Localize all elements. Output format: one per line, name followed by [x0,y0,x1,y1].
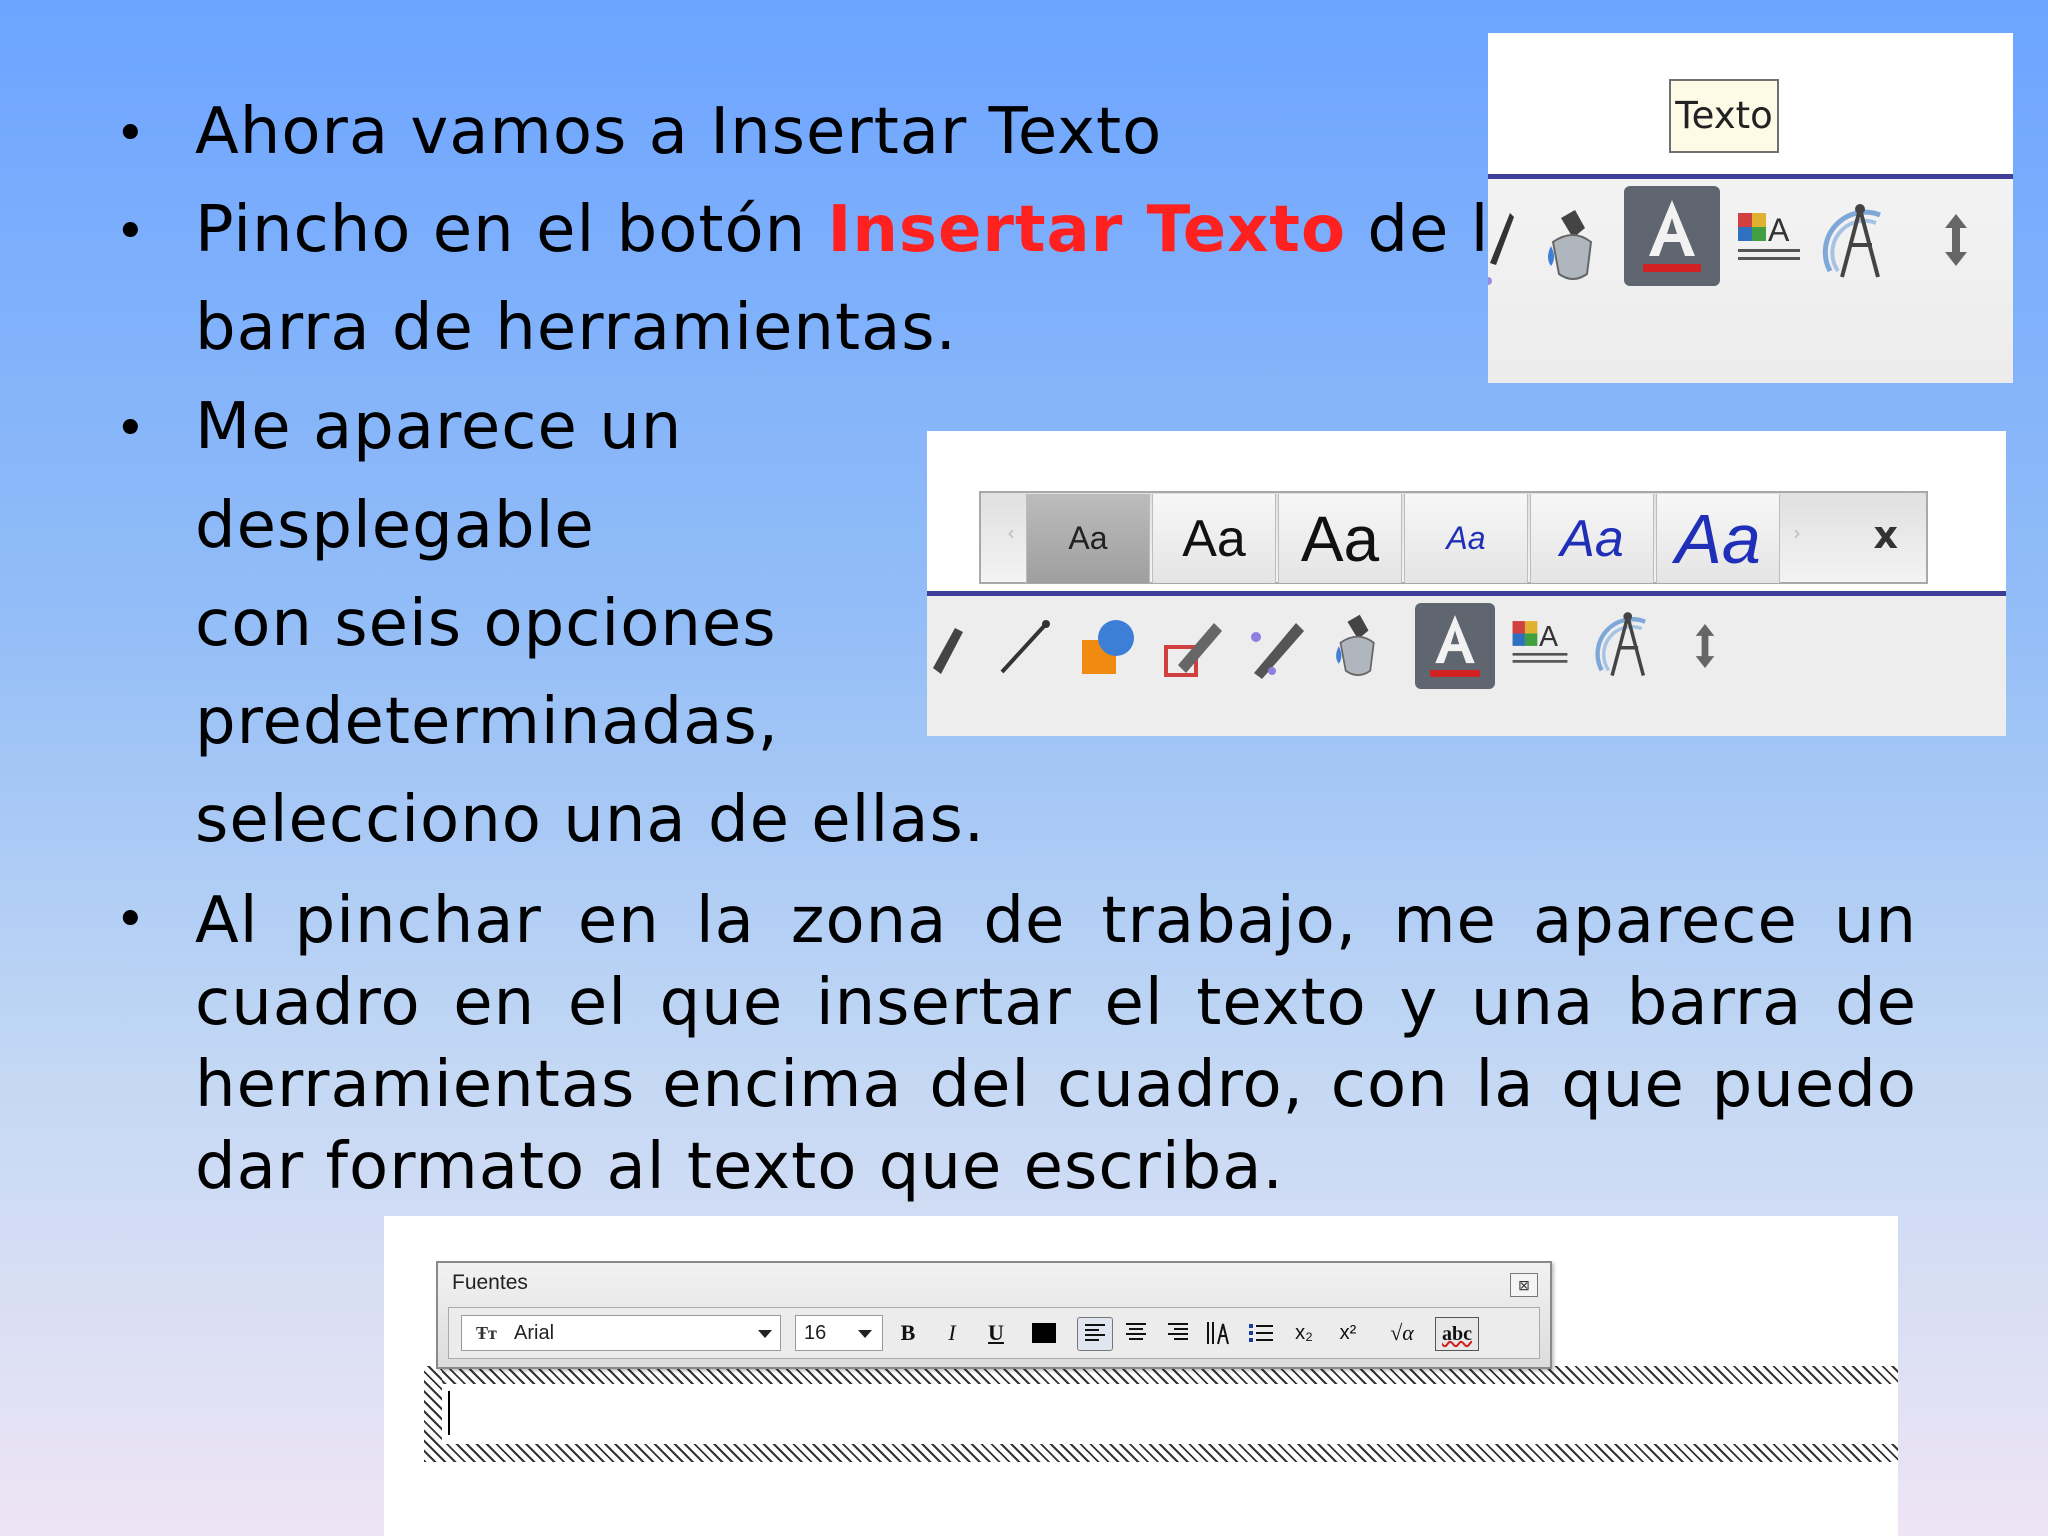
color-swatch-icon [1032,1323,1056,1343]
bullet-1-text: Ahora vamos a Insertar Texto [195,95,1163,169]
bullet-2-before: Pincho en el botón [195,193,828,267]
textbox-border [424,1444,1898,1462]
list-button[interactable] [1245,1317,1277,1349]
bullet-3-line-3: con seis opciones [195,587,777,661]
superscript-button[interactable]: x² [1333,1317,1363,1349]
image-icon[interactable]: A [1730,195,1808,285]
screenshot-fuentes-toolbar: Fuentes ⊠ Ŧт Arial 16 B I U x₂ x² √α abc [384,1216,1898,1536]
move-arrows-icon[interactable] [1936,205,1976,275]
scroll-right-icon[interactable]: › [1793,521,1801,545]
font-icon: Ŧт [476,1323,497,1343]
tooltip-texto: Texto [1669,79,1779,153]
style-option-1[interactable]: Aa [1026,494,1150,583]
equation-button[interactable]: √α [1383,1317,1421,1349]
screenshot-style-dropdown: ‹ Aa Aa Aa Aa Aa Aa › x A [927,431,2006,736]
bullet-list-icon [1249,1324,1273,1342]
style-option-2[interactable]: Aa [1152,494,1276,583]
subscript-button[interactable]: x₂ [1289,1317,1319,1349]
bullet-2-highlight: Insertar Texto [827,193,1346,267]
style-option-6[interactable]: Aa [1656,494,1780,583]
format-tools: Ŧт Arial 16 B I U x₂ x² √α abc [448,1307,1540,1359]
bullet-marker: • [115,399,146,459]
insert-text-icon[interactable] [1624,186,1720,286]
eraser-icon[interactable] [927,603,967,693]
text-input-box[interactable] [442,1384,1898,1444]
magic-pen-icon[interactable] [1239,603,1315,693]
text-caret [448,1391,450,1435]
svg-text:A: A [1539,621,1558,653]
bullet-2-line-1: Pincho en el botón Insertar Texto de la [195,190,1530,270]
textbox-border [424,1366,442,1462]
font-family-value: Arial [514,1322,555,1344]
vertical-text-icon [1207,1322,1229,1345]
screenshot-text-tool: Texto A [1488,33,2013,383]
align-left-icon [1085,1324,1105,1341]
font-size-select[interactable]: 16 [795,1315,883,1351]
bullet-3-line-2: desplegable [195,489,595,563]
paint-bucket-icon[interactable] [1538,193,1608,303]
bullet-3-line-1: Me aparece un [195,390,683,464]
compass-icon[interactable] [1589,603,1663,689]
font-size-value: 16 [804,1322,827,1344]
fuentes-toolbar: Fuentes ⊠ Ŧт Arial 16 B I U x₂ x² √α abc [436,1261,1552,1369]
chevron-down-icon [758,1330,772,1338]
align-center-icon [1126,1323,1146,1340]
bullet-marker: • [115,890,146,950]
style-option-4[interactable]: Aa [1404,494,1528,583]
image-icon[interactable]: A [1505,605,1575,685]
close-button[interactable]: ⊠ [1510,1273,1538,1297]
bullet-4-text: Al pinchar en la zona de trabajo, me apa… [195,884,1917,1204]
bullet-3-line-4: predeterminadas, [195,685,779,759]
pencil-icon[interactable] [1155,603,1231,693]
underline-button[interactable]: U [981,1317,1011,1349]
shapes-icon[interactable] [1073,603,1143,693]
bold-button[interactable]: B [893,1317,923,1349]
spellcheck-button[interactable]: abc [1435,1317,1479,1351]
scroll-left-icon[interactable]: ‹ [1007,521,1015,545]
close-dropdown-button[interactable]: x [1873,513,1898,557]
compass-icon[interactable] [1818,193,1898,293]
italic-button[interactable]: I [937,1317,967,1349]
vertical-text-button[interactable] [1203,1317,1235,1349]
text-style-dropdown: ‹ Aa Aa Aa Aa Aa Aa › x [979,491,1928,584]
align-center-button[interactable] [1121,1317,1151,1349]
bullet-3-line-5: selecciono una de ellas. [195,783,986,857]
paint-bucket-icon[interactable] [1323,603,1393,693]
align-right-icon [1168,1323,1188,1340]
style-option-5[interactable]: Aa [1530,494,1654,583]
bullet-marker: • [115,104,146,164]
align-right-button[interactable] [1163,1317,1193,1349]
font-family-select[interactable]: Ŧт Arial [461,1315,781,1351]
bullet-2-line-2: barra de herramientas. [195,291,957,365]
pencil-icon[interactable] [1488,193,1520,303]
fuentes-title: Fuentes [452,1271,528,1294]
align-left-button[interactable] [1077,1317,1113,1351]
text-color-button[interactable] [1029,1317,1059,1349]
style-option-3[interactable]: Aa [1278,494,1402,583]
insert-text-icon[interactable] [1415,603,1495,689]
move-arrows-icon[interactable] [1687,611,1723,681]
svg-text:A: A [1768,212,1790,248]
bullet-marker: • [115,202,146,262]
line-icon[interactable] [989,603,1059,693]
chevron-down-icon [858,1330,872,1338]
